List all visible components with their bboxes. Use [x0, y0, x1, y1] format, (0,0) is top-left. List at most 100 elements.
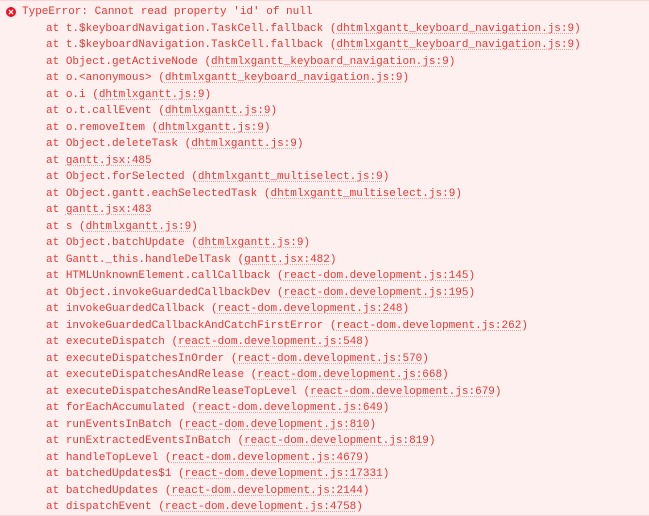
paren-close: ) [383, 171, 390, 183]
source-link[interactable]: react-dom.development.js:248 [218, 303, 403, 315]
source-link[interactable]: dhtmlxgantt.js:9 [191, 138, 297, 150]
stack-context: Object.batchUpdate [66, 237, 191, 249]
paren-open: ( [277, 270, 284, 282]
paren-open: ( [178, 419, 185, 431]
paren-open: ( [92, 89, 99, 101]
stack-frame: at executeDispatchesAndReleaseTopLevel (… [46, 384, 649, 401]
stack-frame: at invokeGuardedCallback (react-dom.deve… [46, 301, 649, 318]
paren-close: ) [403, 303, 410, 315]
source-link[interactable]: dhtmlxgantt.js:9 [198, 237, 304, 249]
source-link[interactable]: react-dom.development.js:819 [244, 435, 429, 447]
source-link[interactable]: react-dom.development.js:679 [310, 386, 495, 398]
source-link[interactable]: react-dom.development.js:195 [284, 287, 469, 299]
stack-frame: at Object.deleteTask (dhtmlxgantt.js:9) [46, 136, 649, 153]
stack-frame: at Object.batchUpdate (dhtmlxgantt.js:9) [46, 235, 649, 252]
stack-at: at [46, 287, 66, 299]
source-link[interactable]: dhtmlxgantt.js:9 [86, 221, 192, 233]
paren-close: ) [270, 105, 277, 117]
paren-close: ) [449, 56, 456, 68]
source-link[interactable]: dhtmlxgantt.js:9 [99, 89, 205, 101]
source-link[interactable]: dhtmlxgantt_multiselect.js:9 [198, 171, 383, 183]
source-link[interactable]: react-dom.development.js:2144 [171, 485, 362, 497]
stack-context: o.removeItem [66, 122, 152, 134]
source-link[interactable]: react-dom.development.js:548 [178, 336, 363, 348]
stack-context: t.$keyboardNavigation.TaskCell.fallback [66, 23, 330, 35]
paren-close: ) [455, 188, 462, 200]
stack-frame: at batchedUpdates (react-dom.development… [46, 483, 649, 500]
paren-close: ) [469, 287, 476, 299]
stack-frame: at runEventsInBatch (react-dom.developme… [46, 417, 649, 434]
stack-context: executeDispatchesInOrder [66, 353, 231, 365]
stack-context: executeDispatchesAndReleaseTopLevel [66, 386, 304, 398]
source-link[interactable]: react-dom.development.js:17331 [185, 468, 383, 480]
stack-at: at [46, 89, 66, 101]
stack-at: at [46, 155, 66, 167]
source-link[interactable]: gantt.jsx:485 [66, 155, 152, 167]
stack-at: at [46, 485, 66, 497]
stack-context: dispatchEvent [66, 501, 158, 513]
error-message[interactable]: TypeError: Cannot read property 'id' of … [22, 4, 312, 21]
source-link[interactable]: react-dom.development.js:145 [284, 270, 469, 282]
stack-at: at [46, 386, 66, 398]
paren-close: ) [363, 452, 370, 464]
paren-close: ) [363, 485, 370, 497]
source-link[interactable]: dhtmlxgantt_keyboard_navigation.js:9 [336, 39, 574, 51]
stack-frame: at handleTopLevel (react-dom.development… [46, 450, 649, 467]
stack-context: Object.deleteTask [66, 138, 185, 150]
stack-frame: at forEachAccumulated (react-dom.develop… [46, 400, 649, 417]
source-link[interactable]: react-dom.development.js:262 [336, 320, 521, 332]
paren-close: ) [521, 320, 528, 332]
stack-frame: at runExtractedEventsInBatch (react-dom.… [46, 433, 649, 450]
stack-frame: at gantt.jsx:485 [46, 153, 649, 170]
paren-close: ) [574, 39, 581, 51]
paren-close: ) [264, 122, 271, 134]
stack-at: at [46, 353, 66, 365]
source-link[interactable]: gantt.jsx:483 [66, 204, 152, 216]
source-link[interactable]: react-dom.development.js:668 [257, 369, 442, 381]
paren-close: ) [383, 402, 390, 414]
stack-context: batchedUpdates$1 [66, 468, 178, 480]
stack-context: executeDispatch [66, 336, 172, 348]
source-link[interactable]: dhtmlxgantt_multiselect.js:9 [270, 188, 455, 200]
paren-close: ) [442, 369, 449, 381]
stack-at: at [46, 254, 66, 266]
error-icon [6, 7, 16, 17]
source-link[interactable]: dhtmlxgantt_keyboard_navigation.js:9 [211, 56, 449, 68]
stack-at: at [46, 72, 66, 84]
stack-frame: at executeDispatchesAndRelease (react-do… [46, 367, 649, 384]
stack-context: Object.getActiveNode [66, 56, 205, 68]
paren-close: ) [363, 336, 370, 348]
stack-context: Object.invokeGuardedCallbackDev [66, 287, 277, 299]
stack-frame: at HTMLUnknownElement.callCallback (reac… [46, 268, 649, 285]
paren-open: ( [158, 72, 165, 84]
stack-frame: at o.<anonymous> (dhtmlxgantt_keyboard_n… [46, 70, 649, 87]
source-link[interactable]: react-dom.development.js:4758 [165, 501, 356, 513]
stack-trace: at t.$keyboardNavigation.TaskCell.fallba… [0, 21, 649, 516]
paren-open: ( [191, 402, 198, 414]
error-header-line: TypeError: Cannot read property 'id' of … [0, 4, 649, 21]
stack-at: at [46, 237, 66, 249]
stack-at: at [46, 122, 66, 134]
paren-close: ) [429, 435, 436, 447]
stack-at: at [46, 56, 66, 68]
source-link[interactable]: react-dom.development.js:4679 [171, 452, 362, 464]
stack-at: at [46, 105, 66, 117]
source-link[interactable]: dhtmlxgantt_keyboard_navigation.js:9 [336, 23, 574, 35]
stack-context: Object.gantt.eachSelectedTask [66, 188, 264, 200]
source-link[interactable]: react-dom.development.js:570 [237, 353, 422, 365]
source-link[interactable]: dhtmlxgantt_keyboard_navigation.js:9 [165, 72, 403, 84]
stack-at: at [46, 336, 66, 348]
paren-close: ) [330, 254, 337, 266]
paren-close: ) [574, 23, 581, 35]
source-link[interactable]: dhtmlxgantt.js:9 [165, 105, 271, 117]
stack-at: at [46, 501, 66, 513]
stack-context: batchedUpdates [66, 485, 165, 497]
stack-context: o.<anonymous> [66, 72, 158, 84]
source-link[interactable]: dhtmlxgantt.js:9 [158, 122, 264, 134]
source-link[interactable]: gantt.jsx:482 [244, 254, 330, 266]
source-link[interactable]: react-dom.development.js:810 [185, 419, 370, 431]
source-link[interactable]: react-dom.development.js:649 [198, 402, 383, 414]
stack-context: executeDispatchesAndRelease [66, 369, 251, 381]
stack-context: Object.forSelected [66, 171, 191, 183]
stack-frame: at Object.getActiveNode (dhtmlxgantt_key… [46, 54, 649, 71]
